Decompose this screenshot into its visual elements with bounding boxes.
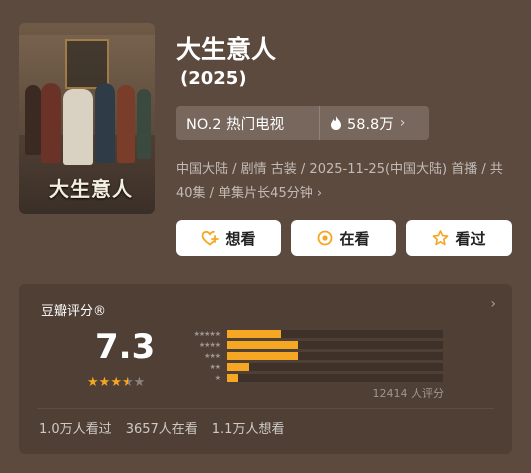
chevron-right-icon: › — [399, 115, 406, 131]
distribution-row: ★★★ — [174, 352, 443, 360]
audience-stats: 1.0万人看过 3657人在看 1.1万人想看 — [39, 418, 298, 437]
rating-card[interactable]: 豆瓣评分® › 7.3 ★ ★ ★ ★ ★ ★★★★★ ★★★★ ★★★ ★★ ★ 12414 … — [19, 284, 512, 454]
watched-count: 1.0万人看过 — [39, 422, 112, 437]
chevron-right-icon[interactable]: › — [490, 296, 496, 312]
distribution-bar — [227, 341, 298, 349]
rating-section-title: 豆瓣评分® — [41, 304, 107, 319]
poster-image[interactable]: 大生意人 — [19, 23, 155, 214]
rating-stars: ★ ★ ★ ★ ★ — [87, 376, 145, 389]
heat-value: 58.8万 — [347, 116, 394, 133]
star-outline-icon — [433, 230, 449, 246]
poster-plaque — [65, 39, 109, 89]
vote-count: 12414 人评分 — [372, 387, 445, 400]
divider — [37, 408, 494, 409]
distribution-track — [227, 374, 443, 382]
distribution-star-label: ★★★★ — [198, 341, 221, 349]
chevron-right-icon: › — [312, 186, 323, 201]
distribution-row: ★ — [174, 374, 443, 382]
want-count: 1.1万人想看 — [211, 422, 285, 437]
distribution-bar — [227, 352, 298, 360]
rating-star: ★ — [87, 375, 99, 390]
rating-score: 7.3 — [95, 327, 156, 367]
flame-icon — [331, 116, 341, 130]
watched-label: 看过 — [455, 229, 486, 248]
poster-figure — [137, 89, 151, 159]
rank-label[interactable]: NO.2 热门电视 — [176, 113, 319, 134]
heat-value-group[interactable]: 58.8万 › — [320, 113, 405, 134]
watched-button[interactable]: 看过 — [406, 220, 512, 256]
meta-text: 中国大陆 / 剧情 古装 / 2025-11-25(中国大陆) 首播 / 共40… — [176, 162, 503, 201]
distribution-bar — [227, 374, 238, 382]
distribution-star-label: ★ — [214, 374, 221, 382]
meta-info[interactable]: 中国大陆 / 剧情 古装 / 2025-11-25(中国大陆) 首播 / 共40… — [176, 158, 506, 206]
distribution-star-label: ★★ — [209, 363, 221, 371]
poster-figure — [63, 89, 93, 165]
poster-figure — [41, 83, 61, 163]
distribution-row: ★★ — [174, 363, 443, 371]
rating-star: ★ — [133, 375, 146, 390]
distribution-star-label: ★★★★★ — [193, 330, 221, 338]
poster-figure — [117, 85, 135, 163]
circle-dot-icon — [318, 230, 333, 246]
watching-label: 在看 — [339, 229, 370, 248]
release-year: (2025) — [180, 68, 247, 89]
distribution-row: ★★★★★ — [174, 330, 443, 338]
watching-button[interactable]: 在看 — [291, 220, 396, 256]
rank-heat-bar[interactable]: NO.2 热门电视 58.8万 › — [176, 106, 429, 140]
want-label: 想看 — [225, 229, 256, 248]
poster-figure — [95, 83, 115, 163]
distribution-track — [227, 341, 443, 349]
distribution-row: ★★★★ — [174, 341, 443, 349]
want-button[interactable]: 想看 — [176, 220, 281, 256]
rating-star: ★ — [110, 375, 122, 390]
heart-plus-icon — [202, 230, 220, 246]
distribution-bar — [227, 330, 281, 338]
page-title: 大生意人 — [176, 35, 277, 64]
poster-title: 大生意人 — [49, 177, 133, 201]
rating-star: ★ — [98, 375, 111, 390]
watching-count: 3657人在看 — [125, 422, 198, 437]
distribution-bar — [227, 363, 249, 371]
poster-figure — [25, 85, 41, 155]
distribution-track — [227, 330, 443, 338]
distribution-track — [227, 352, 443, 360]
distribution-star-label: ★★★ — [204, 352, 221, 360]
rating-star: ★ — [121, 375, 134, 390]
distribution-track — [227, 363, 443, 371]
